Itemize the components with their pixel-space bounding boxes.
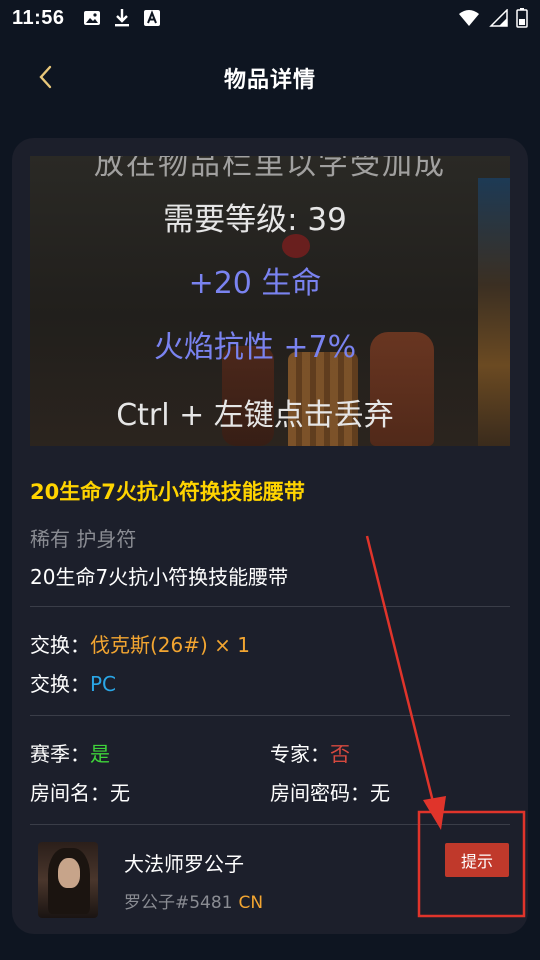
room-name-row: 房间名：无 <box>30 777 130 806</box>
seller-name[interactable]: 大法师罗公子 <box>124 848 244 877</box>
seller-id: 罗公子#5481 CN <box>124 888 263 913</box>
room-name-label: 房间名： <box>30 781 110 805</box>
status-notification-icons <box>83 8 161 28</box>
back-button[interactable] <box>30 62 60 92</box>
page-title: 物品详情 <box>223 68 316 93</box>
image-icon <box>83 9 101 27</box>
exchange-label: 交换： <box>30 672 90 696</box>
room-password-row: 房间密码：无 <box>270 777 390 806</box>
seller-row: 大法师罗公子 罗公子#5481 CN 提示 <box>30 828 510 918</box>
status-bar: 11:56 <box>0 0 540 36</box>
item-name: 20生命7火抗小符换技能腰带 <box>30 565 289 589</box>
room-name-value: 无 <box>110 781 130 805</box>
expert-row: 专家：否 <box>270 738 350 767</box>
exchange-value-platform: PC <box>90 672 117 696</box>
status-system-icons <box>458 8 528 28</box>
battery-icon <box>516 8 528 28</box>
exchange-value-item: 伐克斯(26#) × 1 <box>90 633 251 657</box>
seller-region: CN <box>238 893 264 913</box>
signal-icon <box>488 9 508 27</box>
item-screenshot-image[interactable]: 放在物品栏里以字受加成 需要等级: 39 +20 生命 火焰抗性 +7% Ctr… <box>30 156 510 446</box>
wifi-icon <box>458 9 480 27</box>
status-time: 11:56 <box>12 6 65 29</box>
expert-label: 专家： <box>270 742 330 766</box>
room-password-value: 无 <box>370 781 390 805</box>
expert-value: 否 <box>330 742 350 766</box>
room-password-label: 房间密码： <box>270 781 370 805</box>
item-detail-card: 放在物品栏里以字受加成 需要等级: 39 +20 生命 火焰抗性 +7% Ctr… <box>12 138 528 934</box>
season-label: 赛季： <box>30 742 90 766</box>
season-row: 赛季：是 <box>30 738 110 767</box>
app-header: 物品详情 <box>0 36 540 120</box>
hint-button[interactable]: 提示 <box>445 843 509 877</box>
divider <box>30 824 510 825</box>
exchange-row-platform: 交换：PC <box>30 668 116 697</box>
a-notification-icon <box>143 9 161 27</box>
image-text-partial: 放在物品栏里以字受加成 <box>94 156 446 182</box>
item-title: 20生命7火抗小符换技能腰带 <box>30 480 305 504</box>
download-icon <box>113 8 131 28</box>
avatar[interactable] <box>38 842 98 918</box>
exchange-row-item: 交换：伐克斯(26#) × 1 <box>30 629 250 658</box>
image-text-fire-resist: 火焰抗性 +7% <box>153 330 357 365</box>
divider <box>30 715 510 716</box>
exchange-label: 交换： <box>30 633 90 657</box>
item-rarity: 稀有 护身符 <box>30 527 137 551</box>
season-value: 是 <box>90 742 110 766</box>
divider <box>30 606 510 607</box>
image-text-drop-hint: Ctrl + 左键点击丢弃 <box>116 398 394 433</box>
seller-tag: 罗公子#5481 <box>124 893 233 913</box>
image-text-requirement: 需要等级: 39 <box>163 202 347 238</box>
image-text-life: +20 生命 <box>188 266 322 301</box>
inventory-strip <box>478 178 510 446</box>
chevron-left-icon <box>39 65 52 89</box>
